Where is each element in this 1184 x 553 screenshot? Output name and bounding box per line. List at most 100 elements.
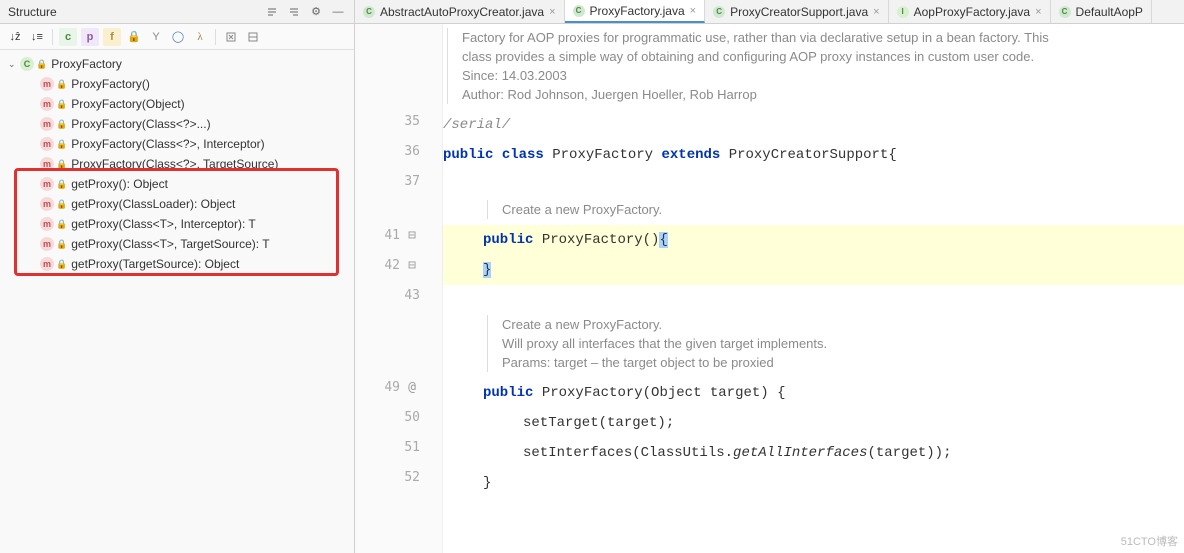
tree-item-label: ProxyFactory() [71, 77, 150, 91]
property-filter-icon[interactable]: p [81, 28, 99, 46]
lock-icon: 🔒 [56, 219, 67, 230]
lock-icon: 🔒 [36, 59, 47, 70]
tree-item[interactable]: m🔒getProxy(TargetSource): Object [0, 254, 354, 274]
lock-icon: 🔒 [56, 179, 67, 190]
interface-file-icon: I [897, 6, 909, 18]
inherited-filter-icon[interactable]: Y [147, 28, 165, 46]
code-text: (target)); [867, 445, 951, 461]
sort-visibility-icon[interactable]: ↓≡ [28, 28, 46, 46]
code-text: public [443, 147, 493, 163]
method-icon: m [40, 97, 54, 111]
collapse-icon[interactable] [264, 4, 280, 20]
code-text: { [888, 147, 896, 163]
line-number: 36 [404, 144, 420, 159]
method-icon: m [40, 117, 54, 131]
chevron-down-icon[interactable]: ⌄ [8, 59, 20, 70]
anonymous-filter-icon[interactable]: ◯ [169, 28, 187, 46]
lock-icon: 🔒 [56, 199, 67, 210]
code-text: setInterfaces(ClassUtils. [523, 445, 733, 461]
close-icon[interactable]: × [873, 6, 879, 18]
line-number: 43 [404, 288, 420, 303]
structure-tree[interactable]: ⌄ C 🔒 ProxyFactory m🔒ProxyFactory() m🔒Pr… [0, 50, 354, 553]
code-text: public [483, 232, 533, 248]
line-number: 52 [404, 470, 420, 485]
tree-item[interactable]: m🔒getProxy(ClassLoader): Object [0, 194, 354, 214]
close-icon[interactable]: × [690, 5, 696, 17]
code-text: /serial/ [443, 117, 510, 133]
tree-item[interactable]: m🔒ProxyFactory() [0, 74, 354, 94]
class-file-icon: C [573, 5, 585, 17]
fold-icon[interactable]: ⊟ [404, 258, 420, 273]
code-text: ProxyFactory [552, 147, 653, 163]
gear-icon[interactable]: ⚙ [308, 4, 324, 20]
minimize-icon[interactable]: — [330, 4, 346, 20]
tab-abstractautoproxycreator[interactable]: CAbstractAutoProxyCreator.java× [355, 0, 565, 23]
code-text: ProxyCreatorSupport [729, 147, 889, 163]
line-number: 50 [404, 410, 420, 425]
expand-icon[interactable] [286, 4, 302, 20]
method-icon: m [40, 257, 54, 271]
code-text: public [483, 385, 533, 401]
code-text: getAllInterfaces [733, 445, 867, 461]
code-text: ProxyFactory [542, 385, 643, 401]
doc-line: Create a new ProxyFactory. [502, 315, 1184, 334]
class-file-icon: C [363, 6, 375, 18]
code-editor[interactable]: 35 36 37 41⊟ 42⊟ 43 49@ 50 51 52 Factory… [355, 24, 1184, 553]
code-text: setTarget(target); [523, 415, 674, 431]
tree-item[interactable]: m🔒ProxyFactory(Object) [0, 94, 354, 114]
method-icon: m [40, 177, 54, 191]
tree-root[interactable]: ⌄ C 🔒 ProxyFactory [0, 54, 354, 74]
tab-proxycreatorsupport[interactable]: CProxyCreatorSupport.java× [705, 0, 889, 23]
close-icon[interactable]: × [1035, 6, 1041, 18]
method-icon: m [40, 217, 54, 231]
tree-item[interactable]: m🔒getProxy(Class<T>, TargetSource): T [0, 234, 354, 254]
tab-label: ProxyCreatorSupport.java [730, 5, 868, 19]
code-content[interactable]: Factory for AOP proxies for programmatic… [443, 24, 1184, 553]
tab-label: ProxyFactory.java [590, 4, 685, 18]
code-text: extends [661, 147, 720, 163]
override-icon[interactable]: @ [404, 380, 420, 395]
doc-line: class provides a simple way of obtaining… [462, 47, 1184, 66]
tree-item[interactable]: m🔒getProxy(Class<T>, Interceptor): T [0, 214, 354, 234]
lock-filter-icon[interactable]: 🔒 [125, 28, 143, 46]
tree-item-label: getProxy(ClassLoader): Object [71, 197, 235, 211]
tree-item[interactable]: m🔒ProxyFactory(Class<?>, Interceptor) [0, 134, 354, 154]
doc-line: Params: target – the target object to be… [502, 353, 1184, 372]
tab-label: DefaultAopP [1076, 5, 1143, 19]
line-gutter: 35 36 37 41⊟ 42⊟ 43 49@ 50 51 52 [355, 24, 443, 553]
class-filter-icon[interactable]: c [59, 28, 77, 46]
class-icon: C [20, 57, 34, 71]
structure-panel-header: Structure ⚙ — [0, 0, 354, 24]
structure-panel: Structure ⚙ — ↓ẑ ↓≡ c p f 🔒 Y ◯ λ [0, 0, 355, 553]
watermark-text: 51CTO博客 [1121, 533, 1178, 549]
tab-aopproxyfactory[interactable]: IAopProxyFactory.java× [889, 0, 1051, 23]
tree-item[interactable]: m🔒ProxyFactory(Class<?>, TargetSource) [0, 154, 354, 174]
tree-item-label: ProxyFactory(Class<?>, TargetSource) [71, 157, 278, 171]
method-icon: m [40, 157, 54, 171]
close-icon[interactable]: × [549, 6, 555, 18]
lock-icon: 🔒 [56, 139, 67, 150]
fold-icon[interactable]: ⊟ [404, 228, 420, 243]
tree-item[interactable]: m🔒 getProxy(): Object [0, 174, 354, 194]
field-filter-icon[interactable]: f [103, 28, 121, 46]
editor-tabs: CAbstractAutoProxyCreator.java× C ProxyFa… [355, 0, 1184, 24]
lambda-filter-icon[interactable]: λ [191, 28, 209, 46]
autoscroll-from-icon[interactable] [244, 28, 262, 46]
line-number: 37 [404, 174, 420, 189]
doc-line: Create a new ProxyFactory. [502, 200, 1184, 219]
sort-alpha-icon[interactable]: ↓ẑ [6, 28, 24, 46]
autoscroll-source-icon[interactable] [222, 28, 240, 46]
class-file-icon: C [1059, 6, 1071, 18]
tree-item-label: getProxy(): Object [71, 177, 168, 191]
method-icon: m [40, 77, 54, 91]
lock-icon: 🔒 [56, 99, 67, 110]
tree-item[interactable]: m🔒ProxyFactory(Class<?>...) [0, 114, 354, 134]
method-icon: m [40, 137, 54, 151]
tree-item-label: getProxy(Class<T>, TargetSource): T [71, 237, 269, 251]
tab-defaultaop[interactable]: C DefaultAopP [1051, 0, 1152, 23]
structure-title: Structure [8, 5, 264, 19]
tab-proxyfactory[interactable]: C ProxyFactory.java × [565, 0, 706, 23]
editor-panel: CAbstractAutoProxyCreator.java× C ProxyFa… [355, 0, 1184, 553]
tree-root-label: ProxyFactory [51, 57, 122, 71]
code-text: class [502, 147, 544, 163]
